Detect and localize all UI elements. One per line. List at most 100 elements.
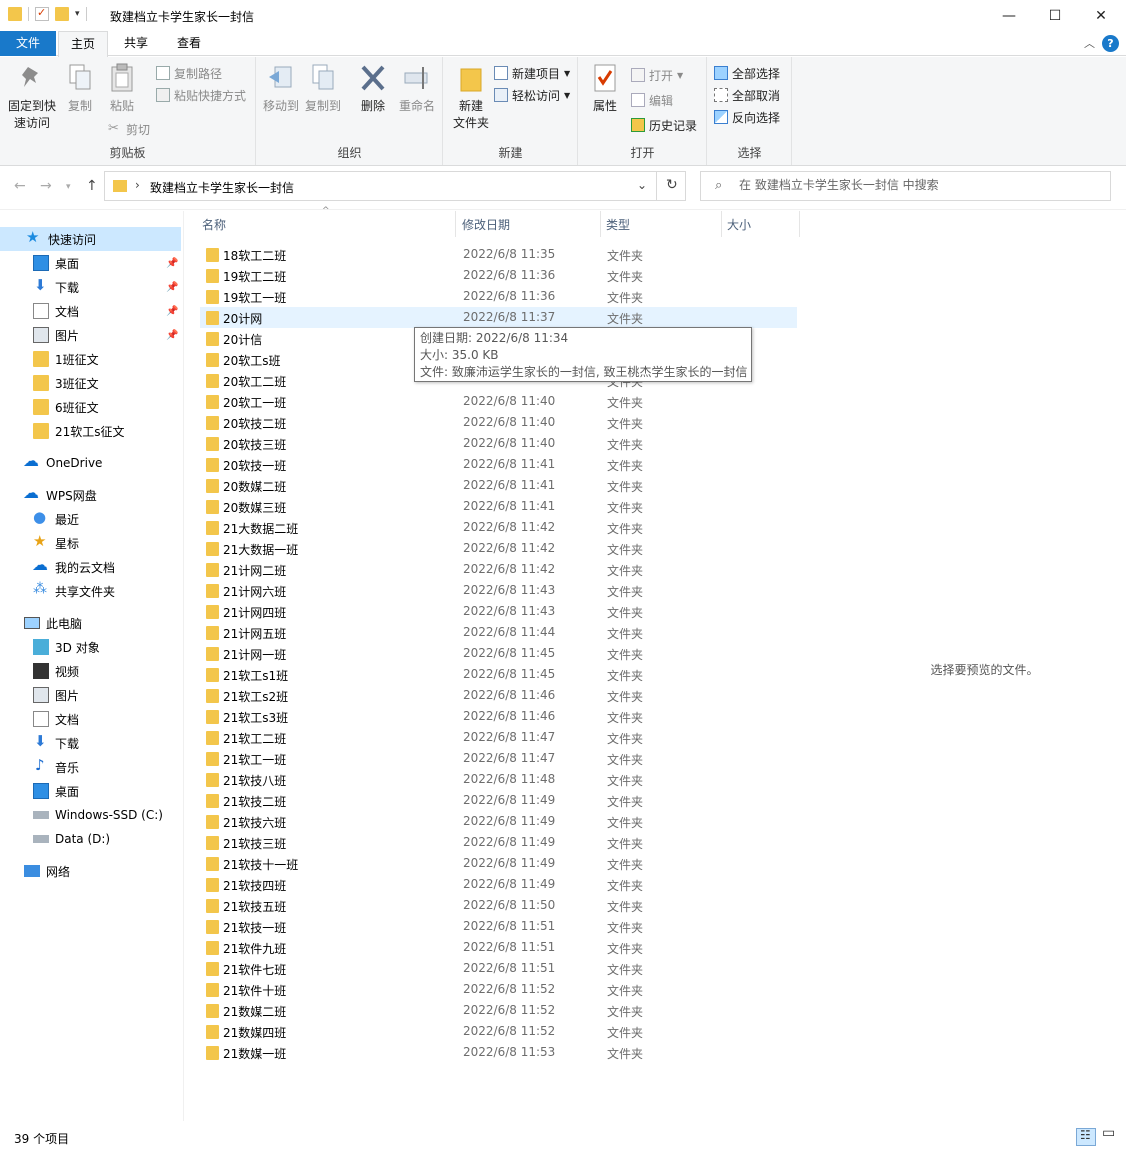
search-input[interactable] bbox=[739, 178, 1099, 192]
customize-qat-icon[interactable]: ▾ bbox=[75, 9, 80, 19]
properties-qat-icon[interactable] bbox=[35, 6, 49, 21]
up-arrow-icon[interactable]: ↑ bbox=[86, 178, 98, 194]
chevron-right-icon[interactable]: › bbox=[135, 178, 140, 192]
forward-arrow-icon[interactable]: → bbox=[40, 178, 52, 194]
rename-button[interactable]: 重命名 bbox=[395, 63, 439, 114]
edit-button[interactable]: 编辑 bbox=[631, 90, 673, 110]
table-row[interactable]: 21数媒二班 2022/6/8 11:52 文件夹 bbox=[200, 1000, 797, 1021]
sidebar-item-starred[interactable]: 星标 bbox=[33, 531, 181, 555]
new-item-button[interactable]: 新建项目 ▼ bbox=[494, 63, 570, 83]
maximize-button[interactable]: ☐ bbox=[1032, 0, 1078, 31]
help-icon[interactable]: ? bbox=[1102, 35, 1119, 52]
address-bar[interactable]: › 致建档立卡学生家长一封信 ⌄ ↻ bbox=[104, 171, 686, 201]
sidebar-item-drive-d[interactable]: Data (D:) bbox=[33, 827, 181, 851]
sidebar-item-onedrive[interactable]: OneDrive bbox=[23, 451, 181, 475]
cut-button[interactable]: ✂ 剪切 bbox=[108, 119, 150, 139]
copy-button[interactable]: 复制 bbox=[60, 63, 100, 114]
tab-file[interactable]: 文件 bbox=[0, 31, 56, 56]
sidebar-item-recent[interactable]: 最近 bbox=[33, 507, 181, 531]
sidebar-item-music[interactable]: 音乐 bbox=[33, 755, 181, 779]
table-row[interactable]: 20计网 2022/6/8 11:37 文件夹 bbox=[200, 307, 797, 328]
table-row[interactable]: 20软技一班 2022/6/8 11:41 文件夹 bbox=[200, 454, 797, 475]
sidebar-item-my-cloud-docs[interactable]: 我的云文档 bbox=[32, 555, 181, 579]
address-path[interactable]: 致建档立卡学生家长一封信 bbox=[150, 179, 294, 196]
table-row[interactable]: 20数媒三班 2022/6/8 11:41 文件夹 bbox=[200, 496, 797, 517]
column-header-size[interactable]: 大小 bbox=[727, 215, 797, 239]
history-button[interactable]: 历史记录 bbox=[631, 115, 697, 135]
minimize-button[interactable]: — bbox=[986, 0, 1032, 31]
sidebar-item-pictures[interactable]: 图片 bbox=[33, 683, 181, 707]
table-row[interactable]: 19软工二班 2022/6/8 11:36 文件夹 bbox=[200, 265, 797, 286]
sidebar-item-folder[interactable]: 21软工s征文 bbox=[33, 419, 181, 443]
column-divider[interactable] bbox=[799, 211, 800, 237]
pin-icon[interactable]: 📌 bbox=[166, 306, 178, 317]
table-row[interactable]: 21计网五班 2022/6/8 11:44 文件夹 bbox=[200, 622, 797, 643]
table-row[interactable]: 21软技十一班 2022/6/8 11:49 文件夹 bbox=[200, 853, 797, 874]
table-row[interactable]: 21大数据一班 2022/6/8 11:42 文件夹 bbox=[200, 538, 797, 559]
table-row[interactable]: 21软工s1班 2022/6/8 11:45 文件夹 bbox=[200, 664, 797, 685]
sidebar-item-folder[interactable]: 1班征文 bbox=[33, 347, 181, 371]
sidebar-item-folder[interactable]: 6班征文 bbox=[33, 395, 181, 419]
move-to-button[interactable]: 移动到 bbox=[261, 63, 301, 114]
back-arrow-icon[interactable]: ← bbox=[14, 178, 26, 194]
pin-icon[interactable]: 📌 bbox=[166, 258, 178, 269]
tab-home[interactable]: 主页 bbox=[58, 31, 108, 57]
table-row[interactable]: 20软技三班 2022/6/8 11:40 文件夹 bbox=[200, 433, 797, 454]
paste-button[interactable]: 粘贴 bbox=[102, 63, 142, 114]
table-row[interactable]: 21软工s3班 2022/6/8 11:46 文件夹 bbox=[200, 706, 797, 727]
select-none-button[interactable]: 全部取消 bbox=[714, 85, 780, 105]
open-button[interactable]: 打开 ▼ bbox=[631, 65, 683, 85]
sidebar-item-this-pc[interactable]: 此电脑 bbox=[24, 611, 181, 635]
column-header-name[interactable]: 名称 bbox=[202, 215, 454, 239]
invert-selection-button[interactable]: 反向选择 bbox=[714, 107, 780, 127]
table-row[interactable]: 21软技八班 2022/6/8 11:48 文件夹 bbox=[200, 769, 797, 790]
table-row[interactable]: 21软工二班 2022/6/8 11:47 文件夹 bbox=[200, 727, 797, 748]
table-row[interactable]: 21数媒四班 2022/6/8 11:52 文件夹 bbox=[200, 1021, 797, 1042]
table-row[interactable]: 21软技六班 2022/6/8 11:49 文件夹 bbox=[200, 811, 797, 832]
sidebar-item-downloads[interactable]: 下载 bbox=[33, 275, 181, 299]
properties-button[interactable]: 属性 bbox=[585, 63, 625, 114]
table-row[interactable]: 21软工一班 2022/6/8 11:47 文件夹 bbox=[200, 748, 797, 769]
tab-share[interactable]: 共享 bbox=[112, 31, 160, 56]
table-row[interactable]: 21计网六班 2022/6/8 11:43 文件夹 bbox=[200, 580, 797, 601]
delete-button[interactable]: 删除 bbox=[353, 63, 393, 114]
large-icons-view-icon[interactable] bbox=[1100, 1125, 1118, 1146]
table-row[interactable]: 20软技二班 2022/6/8 11:40 文件夹 bbox=[200, 412, 797, 433]
sidebar-item-wps[interactable]: WPS网盘 bbox=[23, 483, 181, 507]
table-row[interactable]: 21软技三班 2022/6/8 11:49 文件夹 bbox=[200, 832, 797, 853]
sidebar-item-desktop[interactable]: 桌面 bbox=[33, 779, 181, 803]
sidebar-item-desktop[interactable]: 桌面 bbox=[33, 251, 181, 275]
chevron-down-icon[interactable]: ⌄ bbox=[637, 178, 647, 192]
sidebar-item-shared-folders[interactable]: 共享文件夹 bbox=[33, 579, 181, 603]
table-row[interactable]: 21软技一班 2022/6/8 11:51 文件夹 bbox=[200, 916, 797, 937]
recent-locations-icon[interactable]: ▾ bbox=[66, 182, 71, 192]
tab-view[interactable]: 查看 bbox=[164, 31, 214, 56]
table-row[interactable]: 20软工一班 2022/6/8 11:40 文件夹 bbox=[200, 391, 797, 412]
sidebar-item-quick-access[interactable]: 快速访问 bbox=[0, 227, 181, 251]
easy-access-button[interactable]: 轻松访问 ▼ bbox=[494, 85, 570, 105]
search-box[interactable]: ⌕ bbox=[700, 171, 1111, 201]
collapse-ribbon-icon[interactable]: ︿ bbox=[1084, 35, 1095, 51]
table-row[interactable]: 21大数据二班 2022/6/8 11:42 文件夹 bbox=[200, 517, 797, 538]
table-row[interactable]: 21软技五班 2022/6/8 11:50 文件夹 bbox=[200, 895, 797, 916]
table-row[interactable]: 19软工一班 2022/6/8 11:36 文件夹 bbox=[200, 286, 797, 307]
table-row[interactable]: 21计网四班 2022/6/8 11:43 文件夹 bbox=[200, 601, 797, 622]
table-row[interactable]: 21计网一班 2022/6/8 11:45 文件夹 bbox=[200, 643, 797, 664]
new-folder-qat-icon[interactable] bbox=[55, 7, 69, 21]
table-row[interactable]: 18软工二班 2022/6/8 11:35 文件夹 bbox=[200, 244, 797, 265]
table-row[interactable]: 21计网二班 2022/6/8 11:42 文件夹 bbox=[200, 559, 797, 580]
sidebar-item-network[interactable]: 网络 bbox=[24, 859, 181, 883]
details-view-icon[interactable] bbox=[1076, 1128, 1096, 1146]
sidebar-item-3d-objects[interactable]: 3D 对象 bbox=[33, 635, 181, 659]
sidebar-item-folder[interactable]: 3班征文 bbox=[33, 371, 181, 395]
sidebar-item-drive-c[interactable]: Windows-SSD (C:) bbox=[33, 803, 181, 827]
refresh-icon[interactable]: ↻ bbox=[666, 177, 678, 193]
pin-icon[interactable]: 📌 bbox=[166, 282, 178, 293]
table-row[interactable]: 21软工s2班 2022/6/8 11:46 文件夹 bbox=[200, 685, 797, 706]
sidebar-item-videos[interactable]: 视频 bbox=[33, 659, 181, 683]
column-header-type[interactable]: 类型 bbox=[606, 215, 721, 239]
column-divider[interactable] bbox=[721, 211, 722, 237]
copy-path-button[interactable]: 复制路径 bbox=[156, 63, 222, 83]
sidebar-item-pictures[interactable]: 图片 bbox=[33, 323, 181, 347]
pin-icon[interactable]: 📌 bbox=[166, 330, 178, 341]
